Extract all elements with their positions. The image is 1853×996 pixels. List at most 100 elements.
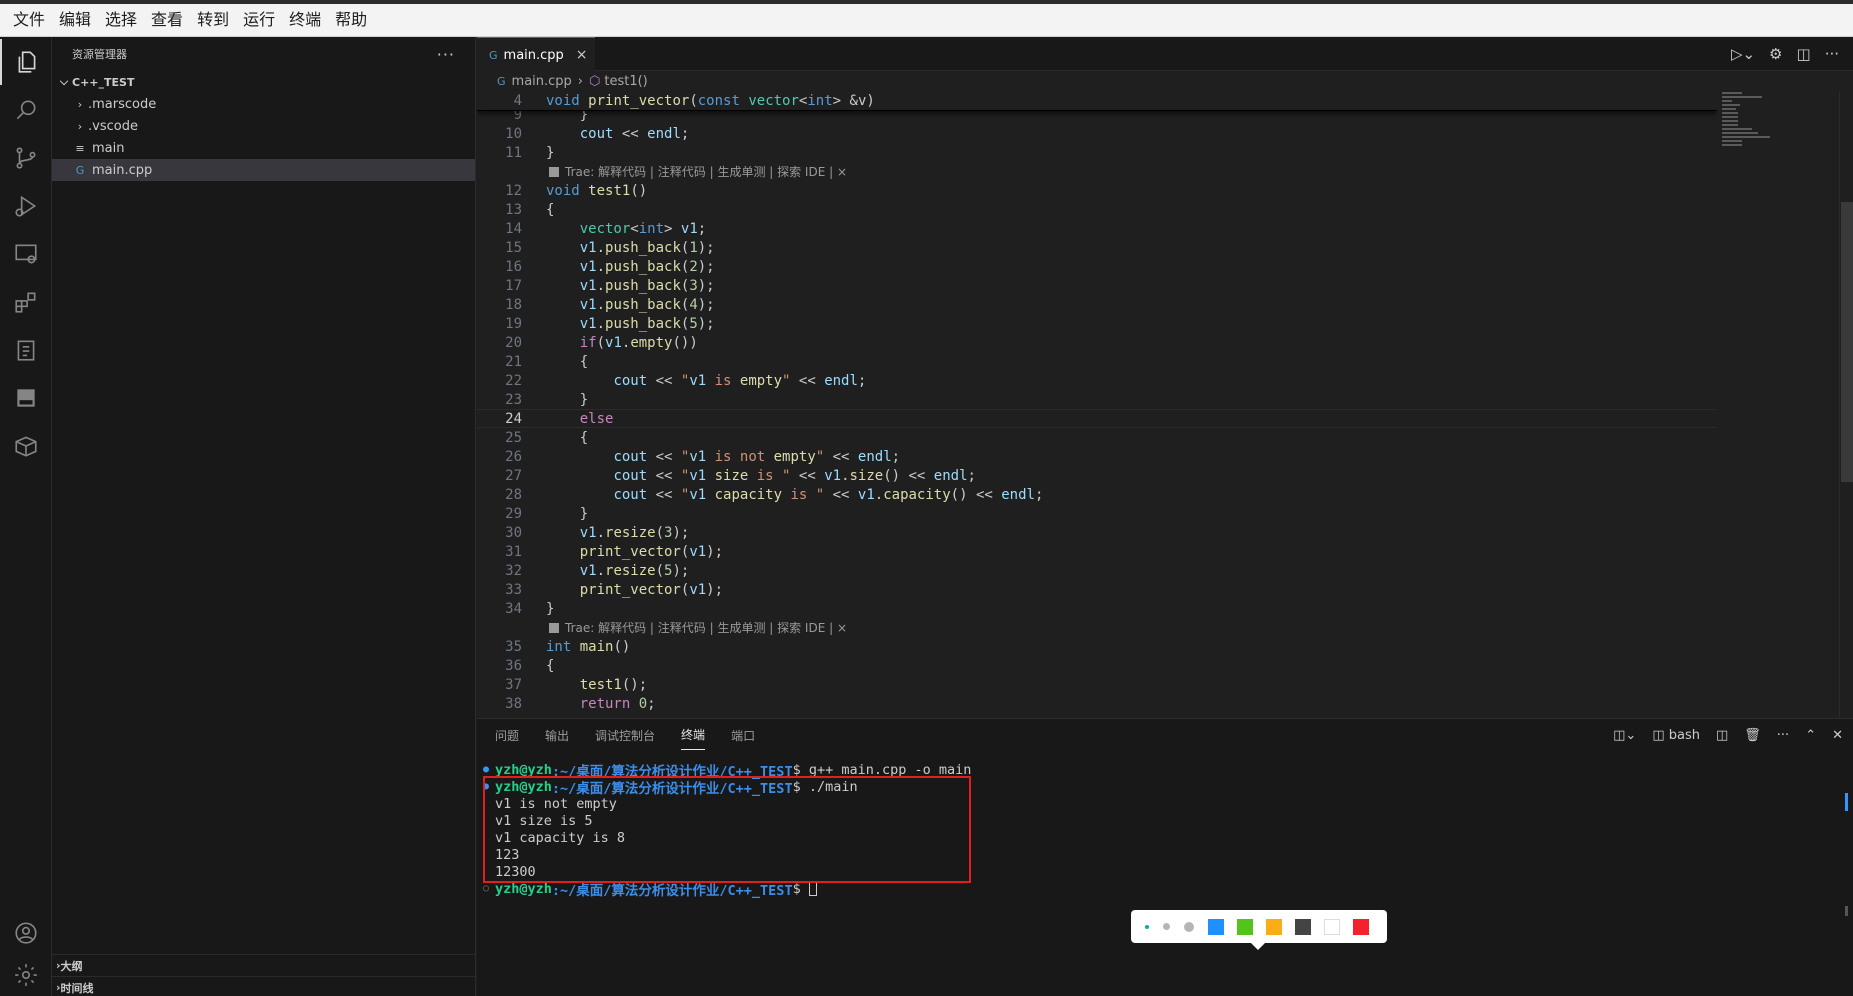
breadcrumb-file[interactable]: main.cpp xyxy=(512,74,572,89)
scroll-marker xyxy=(1845,906,1848,916)
menu-file[interactable]: 文件 xyxy=(6,5,52,35)
color-swatch-green[interactable] xyxy=(1237,918,1253,935)
scrollbar-thumb[interactable] xyxy=(1841,202,1853,482)
tab-problems[interactable]: 问题 xyxy=(495,721,519,750)
code-line-row[interactable]: 35 int main() xyxy=(477,637,1717,656)
menu-selection[interactable]: 选择 xyxy=(98,5,144,35)
gear-icon[interactable]: ⚙ xyxy=(1769,45,1782,63)
terminal-scrollbar[interactable] xyxy=(1839,751,1853,996)
terminal-instance[interactable]: ◫ bash xyxy=(1652,728,1700,743)
codelens-actions[interactable]: Trae: 解释代码 | 注释代码 | 生成单测 | 探索 IDE | × xyxy=(477,162,1717,181)
testing-icon[interactable] xyxy=(0,327,52,373)
run-file-icon[interactable]: ▷⌄ xyxy=(1731,45,1755,63)
current-code-line[interactable]: 24 else xyxy=(477,409,1717,428)
code-line-row[interactable]: 15 v1.push_back(1); xyxy=(477,238,1717,257)
run-debug-icon[interactable] xyxy=(0,183,52,229)
tree-item-label: main xyxy=(92,140,125,156)
more-actions-icon[interactable]: ··· xyxy=(437,45,455,64)
color-swatch-dark[interactable] xyxy=(1295,918,1311,935)
code-line-row[interactable]: 14 vector<int> v1; xyxy=(477,219,1717,238)
tree-item-vscode[interactable]: › .vscode xyxy=(52,115,475,137)
color-swatch-blue[interactable] xyxy=(1208,918,1224,935)
code-line-row[interactable]: 12 void test1() xyxy=(477,181,1717,200)
tab-main-cpp[interactable]: G main.cpp × xyxy=(477,37,595,72)
code-line-row[interactable]: 13{ xyxy=(477,200,1717,219)
codelens-text[interactable]: Trae: 解释代码 | 注释代码 | 生成单测 | 探索 IDE | × xyxy=(565,163,847,180)
split-editor-icon[interactable]: ◫ xyxy=(1797,45,1811,63)
code-line-row[interactable]: 21 { xyxy=(477,352,1717,371)
explorer-icon[interactable] xyxy=(0,39,52,85)
code-line: v1.push_back(5); xyxy=(579,315,715,332)
pen-size-small[interactable] xyxy=(1145,924,1149,929)
close-icon[interactable]: × xyxy=(576,47,588,63)
menu-view[interactable]: 查看 xyxy=(144,5,190,35)
trash-icon[interactable]: 🗑 xyxy=(1744,728,1761,743)
extensions-icon[interactable] xyxy=(0,279,52,325)
code-line-row[interactable]: 28 cout << "v1 capacity is " << v1.capac… xyxy=(477,485,1717,504)
tree-item-main[interactable]: ≡ main xyxy=(52,137,475,159)
code-line-row[interactable]: 33 print_vector(v1); xyxy=(477,580,1717,599)
pen-size-large[interactable] xyxy=(1184,921,1194,932)
menu-terminal[interactable]: 终端 xyxy=(282,5,328,35)
tab-terminal[interactable]: 终端 xyxy=(681,720,706,750)
code-line-row[interactable]: 17 v1.push_back(3); xyxy=(477,276,1717,295)
menu-go[interactable]: 转到 xyxy=(190,5,236,35)
close-panel-icon[interactable]: ✕ xyxy=(1832,728,1843,743)
code-line-row[interactable]: 38 return 0; xyxy=(477,694,1717,713)
code-line-row[interactable]: 26 cout << "v1 is not empty" << endl; xyxy=(477,447,1717,466)
panel-icon[interactable] xyxy=(0,375,52,421)
symbol-method-icon: ⬡ xyxy=(589,73,601,89)
new-terminal-split-icon[interactable]: ◫⌄ xyxy=(1613,728,1636,743)
code-line-row[interactable]: 27 cout << "v1 size is " << v1.size() <<… xyxy=(477,466,1717,485)
code-line-row[interactable]: 29 } xyxy=(477,504,1717,523)
code-line-row[interactable]: 36{ xyxy=(477,656,1717,675)
code-line-row[interactable]: 23 } xyxy=(477,390,1717,409)
timeline-section[interactable]: › 时间线 xyxy=(52,976,475,996)
more-actions-icon[interactable]: ··· xyxy=(1825,45,1839,63)
codelens-text[interactable]: Trae: 解释代码 | 注释代码 | 生成单测 | 探索 IDE | × xyxy=(565,619,847,636)
codelens-actions[interactable]: Trae: 解释代码 | 注释代码 | 生成单测 | 探索 IDE | × xyxy=(477,618,1717,637)
code-line-row[interactable]: 31 print_vector(v1); xyxy=(477,542,1717,561)
tab-ports[interactable]: 端口 xyxy=(731,721,755,750)
code-line-row[interactable]: 34} xyxy=(477,599,1717,618)
workspace-root[interactable]: ⌵ C++_TEST xyxy=(52,71,475,93)
code-line-row[interactable]: 30 v1.resize(3); xyxy=(477,523,1717,542)
tab-debug-console[interactable]: 调试控制台 xyxy=(595,721,655,750)
code-line-row[interactable]: 19 v1.push_back(5); xyxy=(477,314,1717,333)
sticky-scroll-line[interactable]: 4 void print_vector(const vector<int> &v) xyxy=(477,92,1717,111)
tab-output[interactable]: 输出 xyxy=(545,721,569,750)
tree-item-marscode[interactable]: › .marscode xyxy=(52,93,475,115)
code-line-row[interactable]: 10 cout << endl; xyxy=(477,124,1717,143)
tree-item-main-cpp[interactable]: G main.cpp xyxy=(52,159,475,181)
search-icon[interactable] xyxy=(0,87,52,133)
menu-help[interactable]: 帮助 xyxy=(328,5,374,35)
menu-run[interactable]: 运行 xyxy=(236,5,282,35)
explorer-sidebar: 资源管理器 ··· ⌵ C++_TEST › .marscode › .vsco… xyxy=(52,37,476,996)
code-line-row[interactable]: 18 v1.push_back(4); xyxy=(477,295,1717,314)
color-swatch-white[interactable] xyxy=(1324,918,1340,935)
code-line-row[interactable]: 11} xyxy=(477,143,1717,162)
maximize-panel-icon[interactable]: ⌃ xyxy=(1805,728,1816,743)
package-icon[interactable] xyxy=(0,423,52,469)
code-line-row[interactable]: 25 { xyxy=(477,428,1717,447)
code-line-row[interactable]: 32 v1.resize(5); xyxy=(477,561,1717,580)
editor-scrollbar[interactable] xyxy=(1839,92,1853,718)
code-line-row[interactable]: 37 test1(); xyxy=(477,675,1717,694)
code-line-row[interactable]: 22 cout << "v1 is empty" << endl; xyxy=(477,371,1717,390)
outline-section[interactable]: › 大纲 xyxy=(52,954,475,976)
pen-size-medium[interactable] xyxy=(1163,923,1170,930)
menu-edit[interactable]: 编辑 xyxy=(52,5,98,35)
breadcrumb-symbol[interactable]: test1() xyxy=(604,74,647,89)
account-icon[interactable] xyxy=(0,910,52,956)
source-control-icon[interactable] xyxy=(0,135,52,181)
minimap[interactable] xyxy=(1722,92,1822,192)
split-terminal-icon[interactable]: ◫ xyxy=(1716,728,1728,743)
color-swatch-yellow[interactable] xyxy=(1266,918,1282,935)
code-line-row[interactable]: 16 v1.push_back(2); xyxy=(477,257,1717,276)
code-view[interactable]: 4 void print_vector(const vector<int> &v)… xyxy=(477,92,1717,718)
more-actions-icon[interactable]: ··· xyxy=(1777,728,1789,743)
remote-explorer-icon[interactable] xyxy=(0,231,52,277)
code-line-row[interactable]: 20 if(v1.empty()) xyxy=(477,333,1717,352)
color-swatch-red[interactable] xyxy=(1353,918,1369,935)
manage-gear-icon[interactable] xyxy=(0,952,52,996)
